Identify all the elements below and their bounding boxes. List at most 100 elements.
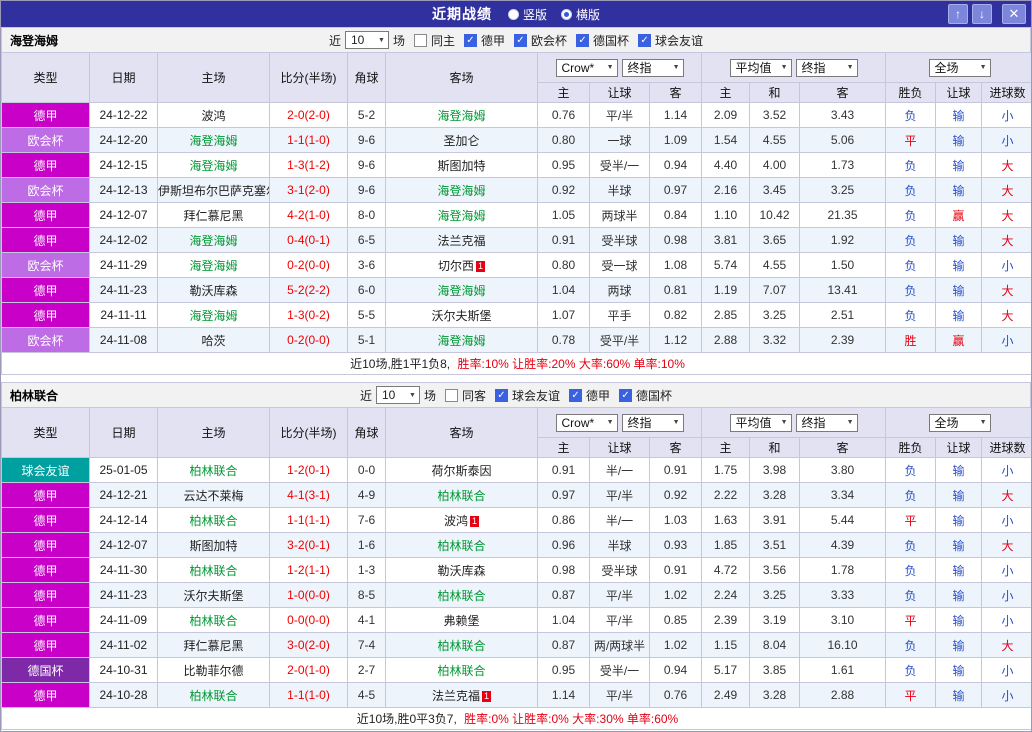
home-team-link[interactable]: 海登海姆 [157,302,270,328]
odds-stage-select[interactable]: 终指 ▼ [621,413,684,432]
away-team-link[interactable]: 弗赖堡 [385,607,538,633]
home-team-link[interactable]: 柏林联合 [157,607,270,633]
league-type-badge: 德甲 [1,582,90,608]
scope-select[interactable]: 全场 ▼ [928,58,991,77]
home-team-link[interactable]: 云达不莱梅 [157,482,270,508]
away-team-link[interactable]: 柏林联合 [385,582,538,608]
score-link[interactable]: 4-1(3-1) [269,482,348,508]
score-link[interactable]: 1-1(1-0) [269,682,348,708]
score-link[interactable]: 1-1(1-1) [269,507,348,533]
score-link[interactable]: 1-3(1-2) [269,152,348,178]
match-row: 欧会杯 24-12-13 伊斯坦布尔巴萨克塞尔 3-1(2-0) 9-6 海登海姆 0.92… [1,177,1031,203]
avg-odds-group-header: 平均值 ▼ 终指 ▼ [701,407,886,438]
odds-value: 1.54 [701,127,750,153]
home-team-link[interactable]: 柏林联合 [157,557,270,583]
odds-value: 平/半 [589,102,650,128]
same-venue-checkbox[interactable] [444,388,458,402]
away-team-link[interactable]: 海登海姆 [385,202,538,228]
away-team-link[interactable]: 法兰克福 1 [385,682,538,708]
score-link[interactable]: 1-3(0-2) [269,302,348,328]
away-team-link[interactable]: 波鸿 1 [385,507,538,533]
home-team-link[interactable]: 伊斯坦布尔巴萨克塞尔 [157,177,270,203]
radio-horizontal-layout[interactable]: 横版 [561,6,600,23]
home-team-link[interactable]: 柏林联合 [157,682,270,708]
home-team-link[interactable]: 海登海姆 [157,127,270,153]
league-filter-checkbox[interactable]: ✓ [514,33,527,47]
away-team-link[interactable]: 柏林联合 [385,532,538,558]
close-button[interactable]: ✕ [1002,4,1026,24]
corner-count: 6-0 [347,277,386,303]
home-team-link[interactable]: 拜仁慕尼黑 [157,202,270,228]
bookmaker-select[interactable]: Crow* ▼ [555,413,618,432]
scroll-up-button[interactable]: ↑ [948,4,968,24]
match-row: 德国杯 24-10-31 比勒菲尔德 2-0(1-0) 2-7 柏林联合 0.95 受半/一 0… [1,657,1031,683]
away-team-link[interactable]: 柏林联合 [385,657,538,683]
away-team-link[interactable]: 圣加仑 [385,127,538,153]
away-team-link[interactable]: 柏林联合 [385,632,538,658]
score-link[interactable]: 2-0(1-0) [269,657,348,683]
score-link[interactable]: 1-1(1-0) [269,127,348,153]
score-link[interactable]: 0-2(0-0) [269,252,348,278]
average-select[interactable]: 平均值 ▼ [729,413,792,432]
home-team-link[interactable]: 海登海姆 [157,152,270,178]
same-venue-checkbox[interactable] [413,33,427,47]
odds-stage-select[interactable]: 终指 ▼ [621,58,684,77]
league-filter-checkbox[interactable]: ✓ [638,33,652,47]
home-team-link[interactable]: 沃尔夫斯堡 [157,582,270,608]
league-filter-checkbox[interactable]: ✓ [619,388,633,402]
score-link[interactable]: 3-2(0-1) [269,532,348,558]
score-link[interactable]: 3-1(2-0) [269,177,348,203]
league-filter-checkbox[interactable]: ✓ [495,388,508,402]
score-link[interactable]: 1-2(1-1) [269,557,348,583]
home-team-link[interactable]: 海登海姆 [157,227,270,253]
away-team-link[interactable]: 沃尔夫斯堡 [385,302,538,328]
away-team-link[interactable]: 切尔西 1 [385,252,538,278]
away-team-link[interactable]: 斯图加特 [385,152,538,178]
result-value: 输 [935,482,982,508]
home-team-link[interactable]: 波鸿 [157,102,270,128]
scope-select[interactable]: 全场 ▼ [928,413,991,432]
score-link[interactable]: 0-2(0-0) [269,327,348,353]
away-team-link[interactable]: 柏林联合 [385,482,538,508]
match-count-select[interactable]: 10 ▼ [344,31,389,49]
match-count-select[interactable]: 10 ▼ [375,386,420,404]
league-filter-checkbox[interactable]: ✓ [576,33,590,47]
avg-stage-select[interactable]: 终指 ▼ [795,58,858,77]
score-link[interactable]: 4-2(1-0) [269,202,348,228]
away-team-link[interactable]: 海登海姆 [385,177,538,203]
score-link[interactable]: 3-0(2-0) [269,632,348,658]
match-row: 德甲 24-11-23 沃尔夫斯堡 1-0(0-0) 8-5 柏林联合 0.87 平/半 1.0… [1,582,1031,608]
home-team-link[interactable]: 勒沃库森 [157,277,270,303]
home-team-link[interactable]: 拜仁慕尼黑 [157,632,270,658]
radio-vertical-layout[interactable]: 竖版 [507,6,547,23]
score-link[interactable]: 1-2(0-1) [269,457,348,483]
match-date: 24-10-31 [89,657,158,683]
away-team-link[interactable]: 海登海姆 [385,102,538,128]
home-team-link[interactable]: 比勒菲尔德 [157,657,270,683]
league-filter-checkbox[interactable]: ✓ [569,388,583,402]
home-team-link[interactable]: 柏林联合 [157,507,270,533]
away-team-link[interactable]: 勒沃库森 [385,557,538,583]
score-link[interactable]: 2-0(2-0) [269,102,348,128]
home-team-link[interactable]: 海登海姆 [157,252,270,278]
bookmaker-select[interactable]: Crow* ▼ [555,58,618,77]
score-link[interactable]: 1-0(0-0) [269,582,348,608]
away-team-link[interactable]: 海登海姆 [385,327,538,353]
league-filter-checkbox[interactable]: ✓ [463,33,477,47]
sub-header-avg-away: 客 [799,437,886,458]
match-date: 24-11-11 [89,302,158,328]
scroll-down-button[interactable]: ↓ [972,4,992,24]
sub-header-avg-draw: 和 [749,437,800,458]
away-team-link[interactable]: 法兰克福 [385,227,538,253]
home-team-link[interactable]: 哈茨 [157,327,270,353]
away-team-link[interactable]: 荷尔斯泰因 [385,457,538,483]
score-link[interactable]: 0-4(0-1) [269,227,348,253]
team-filter-bar: 海登海姆 近 10 ▼ 场同主 ✓ 德甲 ✓ 欧会杯 ✓ 德国杯 ✓ 球会友谊 [1,27,1031,52]
home-team-link[interactable]: 斯图加特 [157,532,270,558]
score-link[interactable]: 0-0(0-0) [269,607,348,633]
home-team-link[interactable]: 柏林联合 [157,457,270,483]
average-select[interactable]: 平均值 ▼ [729,58,792,77]
away-team-link[interactable]: 海登海姆 [385,277,538,303]
score-link[interactable]: 5-2(2-2) [269,277,348,303]
avg-stage-select[interactable]: 终指 ▼ [795,413,858,432]
